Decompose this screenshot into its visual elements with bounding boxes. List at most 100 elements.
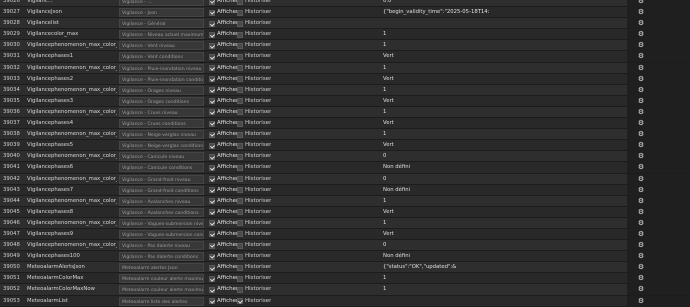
afficher-checkbox[interactable] <box>209 198 215 205</box>
command-description-field[interactable]: Vigilance - Pluie-inondation conditions <box>119 74 204 84</box>
afficher-checkbox[interactable] <box>209 253 215 260</box>
afficher-checkbox[interactable] <box>209 98 215 105</box>
command-name[interactable]: Vigilancephases6 <box>27 162 117 173</box>
command-name[interactable]: Vigilancephenomenon_max_color_id6 <box>27 151 117 162</box>
gear-icon[interactable]: ⚙ <box>637 18 645 29</box>
historiser-checkbox[interactable] <box>237 53 243 60</box>
gear-icon[interactable]: ⚙ <box>637 251 645 262</box>
command-description-field[interactable]: Vigilance - Pluie-inondation niveau <box>119 63 204 73</box>
command-name[interactable]: Vigilancephenomenon_max_color_id3 <box>27 85 117 96</box>
afficher-checkbox[interactable] <box>209 220 215 227</box>
historiser-checkbox[interactable] <box>237 65 243 72</box>
command-description-field[interactable]: Vigilance - Vent niveau <box>119 41 204 51</box>
historiser-checkbox[interactable] <box>237 253 243 260</box>
historiser-checkbox[interactable] <box>237 131 243 138</box>
afficher-checkbox[interactable] <box>209 187 215 194</box>
afficher-checkbox[interactable] <box>209 87 215 94</box>
command-description-field[interactable]: Meteoalarm couleur alerte maximum act <box>119 285 204 295</box>
command-name[interactable]: MeteoalarmColorMaxNow <box>27 284 117 295</box>
gear-icon[interactable]: ⚙ <box>637 262 645 273</box>
gear-icon[interactable]: ⚙ <box>637 151 645 162</box>
command-description-field[interactable]: Meteoalarm couleur alerte maximum <box>119 274 204 284</box>
gear-icon[interactable]: ⚙ <box>637 0 645 7</box>
afficher-checkbox[interactable] <box>209 20 215 27</box>
command-description-field[interactable]: Vigilance - Grand-froid niveau <box>119 174 204 184</box>
command-name[interactable]: Vigilancephenomenon_max_color_id7 <box>27 174 117 185</box>
historiser-checkbox[interactable] <box>237 164 243 171</box>
command-name[interactable]: Vigilanc... <box>27 0 117 7</box>
gear-icon[interactable]: ⚙ <box>637 185 645 196</box>
historiser-checkbox[interactable] <box>237 20 243 27</box>
gear-icon[interactable]: ⚙ <box>637 296 645 307</box>
command-name[interactable]: Vigilancelist <box>27 18 117 29</box>
command-description-field[interactable]: Vigilance - Vent conditions <box>119 52 204 62</box>
historiser-checkbox[interactable] <box>237 76 243 83</box>
command-name[interactable]: Vigilancephenomenon_max_color_id8 <box>27 196 117 207</box>
historiser-checkbox[interactable] <box>237 0 243 5</box>
historiser-checkbox[interactable] <box>237 209 243 216</box>
command-name[interactable]: Vigilancephases5 <box>27 140 117 151</box>
command-name[interactable]: Vigilancephases2 <box>27 74 117 85</box>
afficher-checkbox[interactable] <box>209 142 215 149</box>
historiser-checkbox[interactable] <box>237 275 243 282</box>
command-name[interactable]: Vigilancephenomenon_max_color_id9 <box>27 218 117 229</box>
gear-icon[interactable]: ⚙ <box>637 85 645 96</box>
command-description-field[interactable]: Vigilance - Neige-verglas conditions <box>119 141 204 151</box>
afficher-checkbox[interactable] <box>209 42 215 49</box>
command-description-field[interactable]: Meteoalarm alertes Json <box>119 263 204 273</box>
afficher-checkbox[interactable] <box>209 109 215 116</box>
afficher-checkbox[interactable] <box>209 286 215 293</box>
command-description-field[interactable]: Vigilance - Neige-verglas niveau <box>119 130 204 140</box>
historiser-checkbox[interactable] <box>237 298 243 305</box>
afficher-checkbox[interactable] <box>209 65 215 72</box>
afficher-checkbox[interactable] <box>209 164 215 171</box>
afficher-checkbox[interactable] <box>209 53 215 60</box>
command-name[interactable]: Vigilancephases8 <box>27 207 117 218</box>
command-name[interactable]: Vigilancephases3 <box>27 96 117 107</box>
command-name[interactable]: Vigilancephenomenon_max_color_id1 <box>27 40 117 51</box>
gear-icon[interactable]: ⚙ <box>637 129 645 140</box>
afficher-checkbox[interactable] <box>209 120 215 127</box>
historiser-checkbox[interactable] <box>237 9 243 16</box>
command-description-field[interactable]: Vigilance - Pas dalerte niveau <box>119 241 204 251</box>
command-name[interactable]: Vigilancecolor_max <box>27 29 117 40</box>
afficher-checkbox[interactable] <box>209 275 215 282</box>
historiser-checkbox[interactable] <box>237 109 243 116</box>
gear-icon[interactable]: ⚙ <box>637 107 645 118</box>
historiser-checkbox[interactable] <box>237 176 243 182</box>
gear-icon[interactable]: ⚙ <box>637 240 645 251</box>
command-name[interactable]: Vigilancephases9 <box>27 229 117 240</box>
historiser-checkbox[interactable] <box>237 286 243 293</box>
command-description-field[interactable]: Vigilance - Avalanches niveau <box>119 196 204 206</box>
command-name[interactable]: MeteoalarmColorMax <box>27 273 117 284</box>
gear-icon[interactable]: ⚙ <box>637 7 645 18</box>
command-description-field[interactable]: Vigilance - Orages niveau <box>119 85 204 95</box>
afficher-checkbox[interactable] <box>209 176 215 182</box>
gear-icon[interactable]: ⚙ <box>637 40 645 51</box>
command-description-field[interactable]: Vigilance - Vagues-submersion condition <box>119 229 204 239</box>
historiser-checkbox[interactable] <box>237 264 243 271</box>
afficher-checkbox[interactable] <box>209 264 215 271</box>
command-name[interactable]: MeteoalarmAlertsJson <box>27 262 117 273</box>
afficher-checkbox[interactable] <box>209 0 215 5</box>
afficher-checkbox[interactable] <box>209 9 215 16</box>
afficher-checkbox[interactable] <box>209 231 215 238</box>
command-description-field[interactable]: Vigilance - Avalanches conditions <box>119 207 204 217</box>
gear-icon[interactable]: ⚙ <box>637 74 645 85</box>
command-name[interactable]: Vigilancephenomenon_max_color_id100 <box>27 240 117 251</box>
historiser-checkbox[interactable] <box>237 153 243 160</box>
command-name[interactable]: VigilanceJson <box>27 7 117 18</box>
historiser-checkbox[interactable] <box>237 142 243 149</box>
command-name[interactable]: Vigilancephenomenon_max_color_id2 <box>27 63 117 74</box>
command-description-field[interactable]: Vigilance - Crues conditions <box>119 119 204 129</box>
gear-icon[interactable]: ⚙ <box>637 51 645 62</box>
command-name[interactable]: Vigilancephenomenon_max_color_id5 <box>27 129 117 140</box>
command-description-field[interactable]: Vigilance - Niveau actuel maximum <box>119 30 204 40</box>
afficher-checkbox[interactable] <box>209 298 215 305</box>
gear-icon[interactable]: ⚙ <box>637 63 645 74</box>
command-description-field[interactable]: Vigilance - Canicule niveau <box>119 152 204 162</box>
gear-icon[interactable]: ⚙ <box>637 140 645 151</box>
command-description-field[interactable]: Vigilance - Général <box>119 19 204 29</box>
command-description-field[interactable]: Vigilance - Json <box>119 8 204 18</box>
command-name[interactable]: Vigilancephases100 <box>27 251 117 262</box>
